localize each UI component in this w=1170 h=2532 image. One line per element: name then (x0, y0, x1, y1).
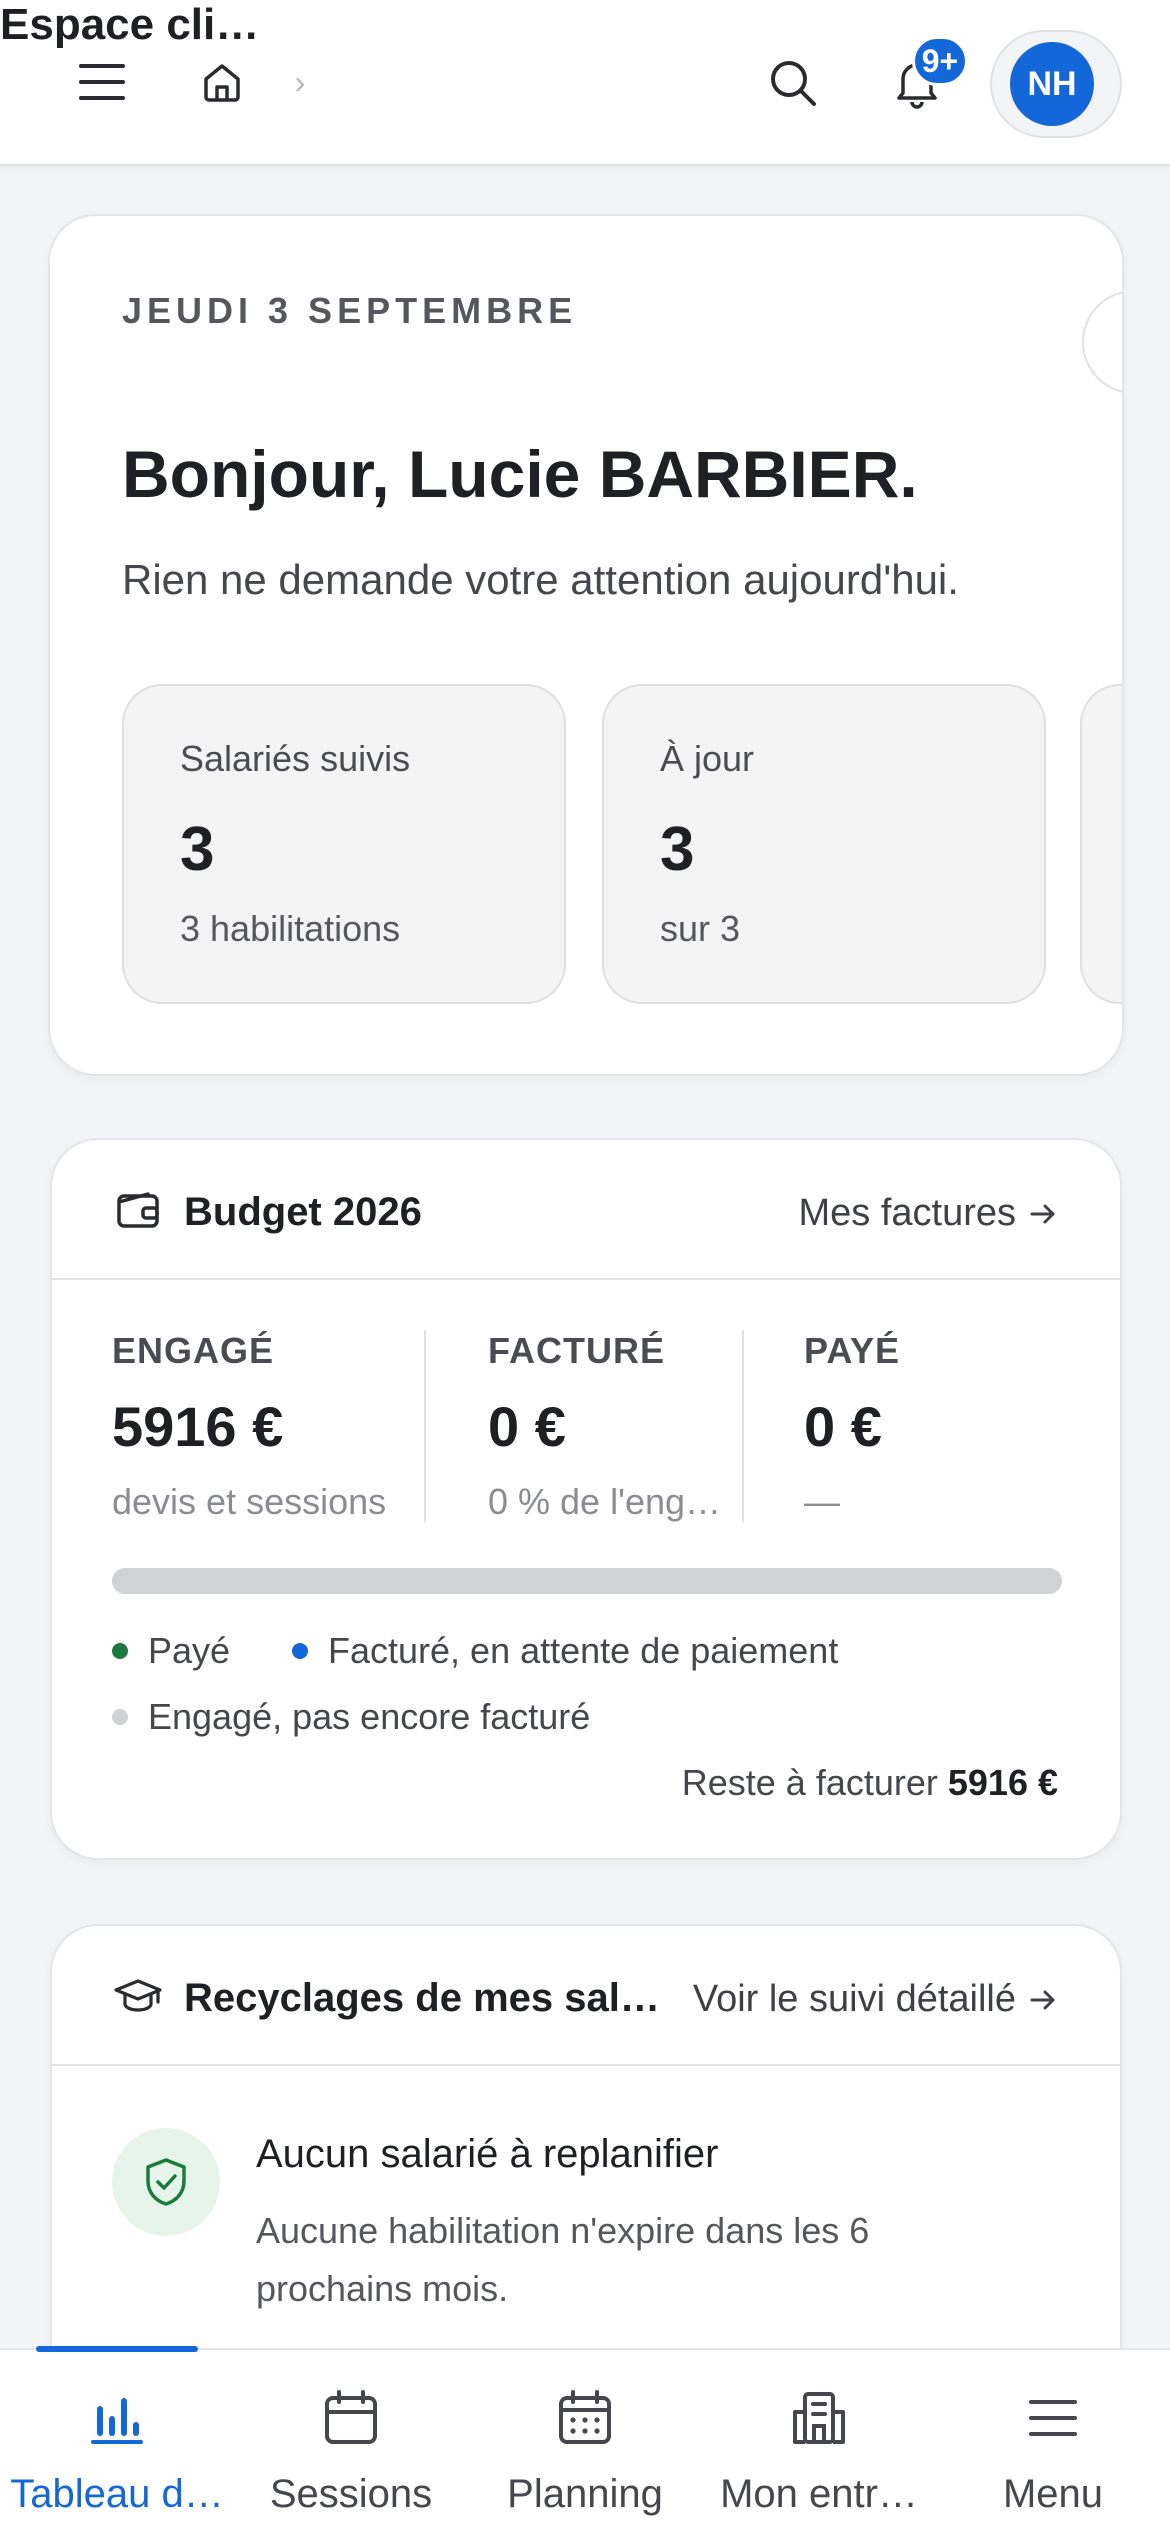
nav-tab-sessions[interactable]: Sessions (234, 2386, 468, 2517)
top-header: › Espace cli… 9+ NH (0, 0, 1170, 166)
empty-state-subtitle: Aucune habilitation n'expire dans les 6 … (256, 2210, 870, 2309)
legend-paid: Payé (112, 1630, 230, 1672)
legend-dot (112, 1643, 128, 1659)
recycling-card-header: Recyclages de mes sal… Voir le suivi dét… (52, 1926, 1120, 2066)
hero-action-button[interactable] (1082, 290, 1122, 394)
stat-card-employees[interactable]: Salariés suivis 3 3 habilitations (122, 684, 566, 1004)
active-tab-indicator (36, 2346, 198, 2352)
greeting-heading: Bonjour, Lucie BARBIER. (122, 437, 918, 511)
arrow-right-icon (1030, 1204, 1055, 1223)
nav-label: Mon entr… (720, 2472, 918, 2516)
breadcrumb-title[interactable]: Espace cli… (0, 0, 1170, 50)
budget-card-header: Budget 2026 Mes factures (52, 1140, 1120, 1280)
legend-label: Engagé, pas encore facturé (148, 1696, 591, 1737)
hamburger-icon (79, 64, 125, 100)
stat-card-up-to-date[interactable]: À jour 3 sur 3 (602, 684, 1046, 1004)
stat-card-next[interactable] (1080, 684, 1122, 1004)
column-sub: 0 % de l'eng… (488, 1481, 722, 1522)
column-value: 0 € (488, 1395, 566, 1458)
column-label: FACTURÉ (488, 1330, 665, 1371)
column-value: 5916 € (112, 1395, 284, 1458)
greeting-subtitle: Rien ne demande votre attention aujourd'… (122, 556, 959, 603)
legend-invoiced: Facturé, en attente de paiement (292, 1630, 838, 1672)
stat-label: Salariés suivis (180, 738, 411, 779)
nav-tab-dashboard[interactable]: Tableau d… (0, 2386, 234, 2517)
calendar-icon (325, 2390, 377, 2444)
welcome-card: JEUDI 3 SEPTEMBRE Bonjour, Lucie BARBIER… (48, 214, 1124, 1076)
stat-label: À jour (660, 738, 755, 779)
current-date: JEUDI 3 SEPTEMBRE (122, 290, 578, 331)
bar-chart-icon (91, 2398, 143, 2444)
chevron-right-icon: › (294, 63, 306, 100)
column-divider (742, 1330, 744, 1522)
legend-committed: Engagé, pas encore facturé (112, 1696, 590, 1738)
budget-committed: ENGAGÉ 5916 € devis et sessions (112, 1330, 386, 1523)
graduation-cap-icon (114, 1979, 162, 2012)
search-icon (771, 61, 816, 106)
remaining-to-invoice: Reste à facturer 5916 € (682, 1762, 1058, 1804)
nav-tab-menu[interactable]: Menu (936, 2386, 1170, 2517)
column-label: PAYÉ (804, 1330, 901, 1371)
stat-value: 3 (180, 815, 215, 884)
notification-badge: 9+ (912, 36, 968, 86)
legend-dot (292, 1643, 308, 1659)
legend-dot (112, 1709, 128, 1725)
nav-tab-planning[interactable]: Planning (468, 2386, 702, 2517)
nav-label: Menu (1002, 2472, 1104, 2516)
home-icon (204, 64, 240, 102)
invoices-link[interactable]: Mes factures (798, 1192, 1058, 1235)
column-label: ENGAGÉ (112, 1330, 275, 1371)
nav-label: Sessions (269, 2472, 433, 2516)
budget-progress-bar (112, 1568, 1062, 1594)
home-button[interactable] (190, 50, 254, 114)
remaining-value: 5916 € (947, 1762, 1058, 1803)
calendar-grid-icon (559, 2390, 611, 2444)
hamburger-menu-button[interactable] (70, 50, 134, 114)
detailed-tracking-link[interactable]: Voir le suivi détaillé (693, 1978, 1058, 2021)
building-icon (793, 2392, 845, 2444)
nav-label: Tableau d… (10, 2472, 224, 2516)
empty-state-title: Aucun salarié à replanifier (256, 2132, 719, 2176)
legend-label: Facturé, en attente de paiement (328, 1630, 839, 1671)
arrow-right-icon (1030, 1990, 1055, 2009)
search-button[interactable] (758, 48, 828, 118)
stat-value: 3 (660, 815, 695, 884)
budget-paid: PAYÉ 0 € — (804, 1330, 900, 1523)
column-sub: — (804, 1481, 840, 1522)
column-sub: devis et sessions (112, 1481, 387, 1522)
column-divider (424, 1330, 426, 1522)
avatar[interactable]: NH (1010, 42, 1094, 126)
stat-sub: sur 3 (660, 908, 741, 949)
bottom-navigation: Tableau d… Sessions Planning Mon entr… M… (0, 2346, 1170, 2532)
nav-tab-company[interactable]: Mon entr… (702, 2386, 936, 2517)
budget-card: Budget 2026 Mes factures ENGAGÉ 5916 € d… (50, 1138, 1122, 1860)
column-value: 0 € (804, 1395, 882, 1458)
detailed-tracking-label: Voir le suivi détaillé (692, 1978, 1016, 2020)
budget-title: Budget 2026 (184, 1190, 422, 1234)
recycling-title: Recyclages de mes sal… (184, 1976, 660, 2020)
shield-check-icon (146, 2158, 186, 2206)
remaining-label: Reste à facturer (681, 1762, 938, 1803)
shield-badge (112, 2128, 220, 2236)
budget-invoiced: FACTURÉ 0 € 0 % de l'eng… (488, 1330, 721, 1523)
menu-icon (1029, 2400, 1077, 2436)
stat-sub: 3 habilitations (180, 908, 401, 949)
nav-label: Planning (507, 2472, 663, 2516)
legend-label: Payé (148, 1630, 231, 1671)
invoices-link-label: Mes factures (798, 1192, 1016, 1234)
wallet-icon (117, 1192, 159, 1228)
